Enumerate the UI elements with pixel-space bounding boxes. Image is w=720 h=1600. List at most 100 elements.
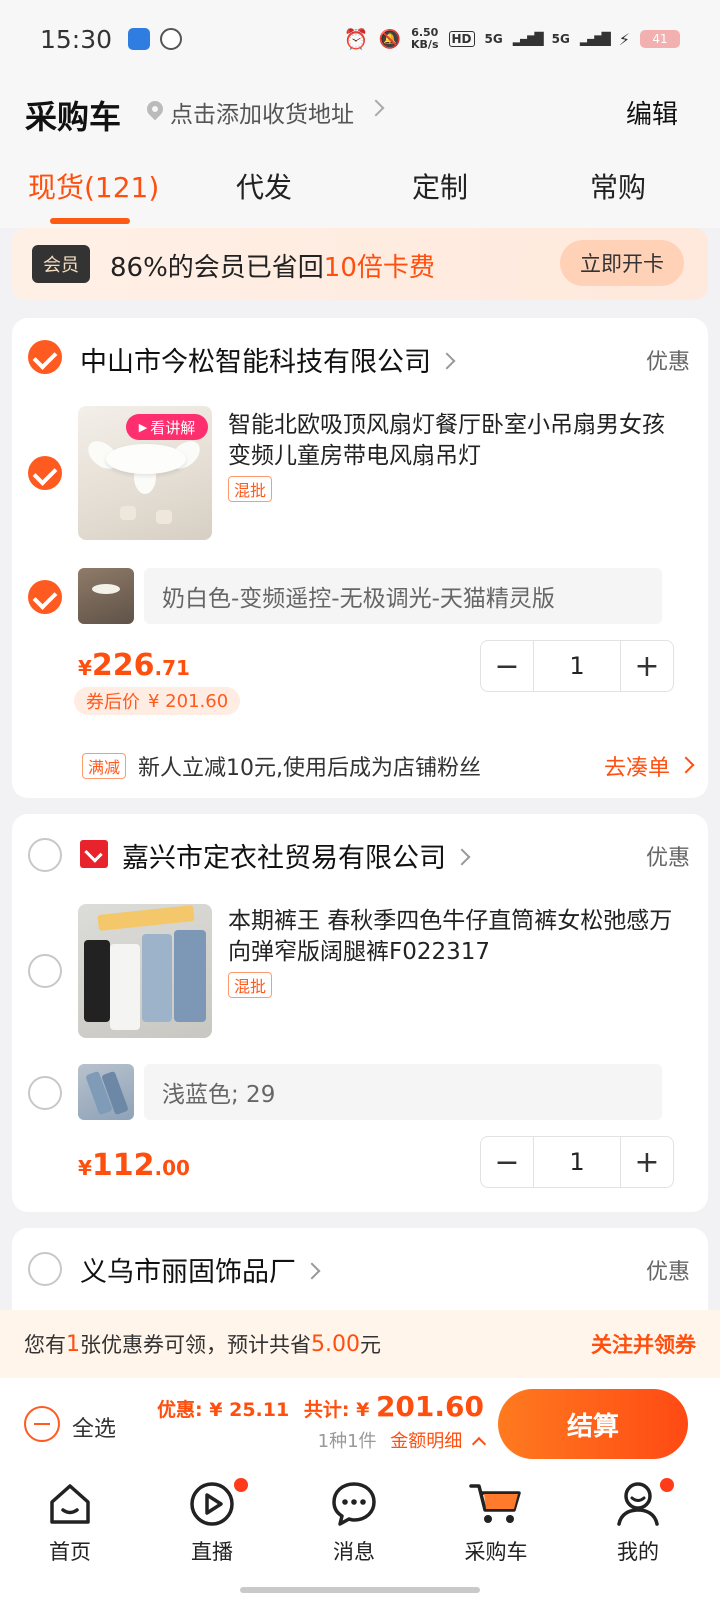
home-icon — [46, 1480, 94, 1528]
discount-label: 优惠: — [157, 1399, 203, 1421]
nav-item-profile[interactable]: 我的 — [583, 1478, 693, 1566]
cart-tabs: 现货(121) 代发 定制 常购 — [0, 166, 720, 228]
sku-checkbox[interactable] — [28, 1076, 62, 1110]
nav-label: 消息 — [333, 1540, 375, 1564]
edit-button[interactable]: 编辑 — [626, 94, 678, 131]
sku-selector[interactable]: 奶白色-变频遥控-无极调光-天猫精灵版 — [144, 568, 662, 624]
shop-promo-link[interactable]: 优惠 — [646, 344, 690, 376]
coupon-price: 券后价 ¥ 201.60 — [74, 687, 241, 715]
mute-icon: 🔕 — [378, 28, 402, 50]
chevron-right-icon — [438, 352, 456, 370]
header: 采购车 点击添加收货地址 编辑 现货(121) 代发 定制 常购 — [0, 78, 720, 228]
select-all-label[interactable]: 全选 — [72, 1411, 116, 1443]
nav-label: 采购车 — [464, 1540, 528, 1564]
profile-icon — [614, 1478, 674, 1528]
member-badge: 会员 — [32, 245, 90, 283]
amount-detail-link[interactable]: 金额明细 — [390, 1431, 487, 1452]
bottom-navigation: 首页 直播 消息 采购车 我的 — [0, 1470, 720, 1600]
coupon-amount: 5.00 — [311, 1331, 360, 1357]
product-banner-shape — [97, 905, 195, 931]
nav-item-messages[interactable]: 消息 — [299, 1480, 409, 1566]
tab-frequent[interactable]: 常购 — [590, 166, 646, 206]
charging-icon: ⚡ — [618, 29, 630, 49]
address-selector[interactable]: 点击添加收货地址 — [146, 95, 385, 129]
sku-checkbox[interactable] — [28, 580, 62, 614]
member-text-prefix: 86%的会员已省回 — [110, 253, 324, 283]
discount-text: 新人立减10元,使用后成为店铺粉丝 — [138, 756, 482, 781]
increase-button[interactable]: + — [621, 641, 673, 691]
shop-name-link[interactable]: 嘉兴市定衣社贸易有限公司 — [122, 836, 471, 875]
battery-level: 41 — [640, 30, 680, 48]
discount-row: 满减 新人立减10元,使用后成为店铺粉丝 去凑单 — [82, 750, 695, 782]
shop-logo-icon — [80, 840, 108, 868]
checkout-summary: 优惠: ¥ 25.11 共计: ¥ 201.60 1种1件 金额明细 — [157, 1390, 487, 1453]
product-title[interactable]: 智能北欧吸顶风扇灯餐厅卧室小吊扇男女孩变频儿童房带电风扇吊灯 — [228, 410, 678, 472]
nav-item-cart[interactable]: 采购车 — [441, 1480, 551, 1566]
quantity-value[interactable]: 1 — [533, 641, 621, 691]
member-banner[interactable]: 会员 86%的会员已省回10倍卡费 立即开卡 — [12, 228, 708, 300]
add-items-link[interactable]: 去凑单 — [604, 750, 695, 782]
cart-icon — [468, 1480, 524, 1528]
shop-promo-link[interactable]: 优惠 — [646, 1254, 690, 1286]
quantity-stepper: − 1 + — [480, 640, 674, 692]
increase-button[interactable]: + — [621, 1137, 673, 1187]
product-image[interactable]: ▶ 看讲解 — [78, 406, 212, 540]
shop-name: 中山市今松智能科技有限公司 — [80, 347, 431, 378]
total-value: 201.60 — [375, 1390, 484, 1423]
follow-and-claim-button[interactable]: 关注并领券 — [591, 1329, 696, 1359]
play-icon: ▶ — [138, 420, 148, 434]
mixed-batch-tag: 混批 — [228, 972, 273, 998]
open-membership-button[interactable]: 立即开卡 — [560, 240, 684, 286]
select-all-checkbox[interactable] — [24, 1406, 60, 1442]
shop-name-link[interactable]: 中山市今松智能科技有限公司 — [80, 340, 456, 379]
shop-promo-link[interactable]: 优惠 — [646, 840, 690, 872]
shop-card: 中山市今松智能科技有限公司 优惠 ▶ 看讲解 智能北欧吸顶风扇灯餐厅卧室小吊扇男… — [12, 318, 708, 798]
message-icon — [330, 1480, 378, 1528]
nav-item-live[interactable]: 直播 — [157, 1478, 267, 1566]
tab-dropship[interactable]: 代发 — [236, 166, 292, 206]
page-title: 采购车 — [25, 98, 122, 136]
jeans-shape — [84, 940, 110, 1022]
product-shadow-shape — [156, 510, 172, 524]
product-title[interactable]: 本期裤王 春秋季四色牛仔直筒裤女松弛感万向弹窄版阔腿裤F022317 — [228, 906, 678, 968]
discount-value: ¥ 25.11 — [209, 1399, 290, 1421]
product-price: ¥226.71 — [78, 648, 190, 683]
product-image[interactable] — [78, 904, 212, 1038]
shop-name: 嘉兴市定衣社贸易有限公司 — [122, 843, 446, 874]
checkout-button[interactable]: 结算 — [498, 1389, 688, 1459]
jeans-shape — [174, 930, 206, 1022]
quantity-value[interactable]: 1 — [533, 1137, 621, 1187]
fan-lamp-shape — [106, 444, 186, 474]
signal-indicator-2: 5G — [551, 32, 570, 46]
shop-name-link[interactable]: 义乌市丽固饰品厂 — [80, 1250, 321, 1289]
checkout-bar: 全选 优惠: ¥ 25.11 共计: ¥ 201.60 1种1件 金额明细 结算 — [0, 1378, 720, 1470]
sku-selector[interactable]: 浅蓝色; 29 — [144, 1064, 662, 1120]
amount-detail-label: 金额明细 — [390, 1431, 463, 1452]
product-checkbox[interactable] — [28, 954, 62, 988]
summary-detail-line: 1种1件 金额明细 — [157, 1427, 487, 1453]
product-checkbox[interactable] — [28, 456, 62, 490]
shop-checkbox[interactable] — [28, 838, 62, 872]
product-shadow-shape — [120, 506, 136, 520]
decrease-button[interactable]: − — [481, 1137, 533, 1187]
live-icon — [188, 1478, 248, 1528]
price-decimal: .71 — [154, 656, 190, 680]
jeans-shape — [142, 934, 172, 1022]
shop-checkbox[interactable] — [28, 340, 62, 374]
signal-bars-icon: ▂▄▆█ — [579, 32, 611, 46]
signal-bars-icon: ▂▄▆█ — [512, 32, 544, 46]
shop-name: 义乌市丽固饰品厂 — [80, 1257, 296, 1288]
notification-dot — [660, 1478, 674, 1492]
shop-checkbox[interactable] — [28, 1252, 62, 1286]
net-speed: 6.50 KB/s — [411, 27, 438, 51]
tab-custom[interactable]: 定制 — [412, 166, 468, 206]
shop-card: 义乌市丽固饰品厂 优惠 — [12, 1228, 708, 1310]
location-pin-icon — [146, 100, 164, 124]
notification-dot — [234, 1478, 248, 1492]
tab-in-stock[interactable]: 现货(121) — [28, 166, 159, 206]
nav-item-home[interactable]: 首页 — [15, 1480, 125, 1566]
nav-label: 首页 — [49, 1540, 91, 1564]
decrease-button[interactable]: − — [481, 641, 533, 691]
live-explain-tag[interactable]: ▶ 看讲解 — [126, 414, 208, 440]
system-home-indicator[interactable] — [240, 1587, 480, 1593]
